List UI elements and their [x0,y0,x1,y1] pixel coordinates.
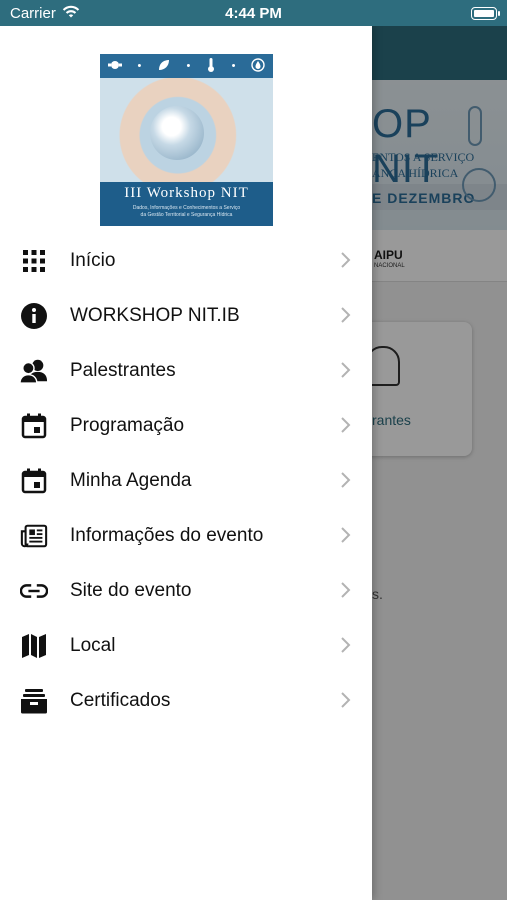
clock: 4:44 PM [225,5,282,22]
calendar-icon [20,467,48,495]
menu-item-site[interactable]: Site do evento [0,563,372,618]
satellite-icon [107,58,122,75]
menu-item-informacoes[interactable]: Informações do evento [0,508,372,563]
logo-subtitle-line-2: da Gestão Territorial e Segurança Hídric… [140,212,233,218]
chevron-right-icon [336,306,354,324]
chevron-right-icon [336,636,354,654]
menu-item-label: Certificados [70,690,171,711]
chevron-right-icon [336,471,354,489]
menu-item-inicio[interactable]: Início [0,233,372,288]
glass-globe [150,106,204,160]
menu-item-certificados[interactable]: Certificados [0,673,372,728]
chevron-right-icon [336,251,354,269]
menu-item-label: Site do evento [70,580,192,601]
chevron-right-icon [336,416,354,434]
event-logo: • • • III Workshop NIT Dados, Informaçõe… [100,54,273,226]
menu-item-label: Programação [70,415,185,436]
water-drop-icon [251,57,265,75]
chevron-right-icon [336,526,354,544]
newspaper-icon [20,522,48,550]
logo-subtitle: Dados, Informações e Conhecimentos a Ser… [100,205,273,219]
link-icon [20,577,48,605]
menu-item-label: Informações do evento [70,525,264,546]
logo-title: III Workshop NIT [124,185,249,201]
navigation-drawer: • • • III Workshop NIT Dados, Informaçõe… [0,26,372,900]
leaf-icon [157,58,171,75]
map-icon [20,632,48,660]
chevron-right-icon [336,581,354,599]
dot-icon: • [137,60,142,72]
menu-item-label: Palestrantes [70,360,176,381]
menu-item-label: Local [70,635,116,656]
menu-item-minha-agenda[interactable]: Minha Agenda [0,453,372,508]
menu-item-programacao[interactable]: Programação [0,398,372,453]
menu-item-workshop[interactable]: WORKSHOP NIT.IB [0,288,372,343]
drawer-menu: Início WORKSHOP NIT.IB Palestrantes Prog… [0,233,372,728]
logo-subtitle-line-1: Dados, Informações e Conhecimentos a Ser… [132,205,241,211]
dot-icon: • [231,60,236,72]
menu-item-label: Minha Agenda [70,470,192,491]
info-icon [20,302,48,330]
chevron-right-icon [336,361,354,379]
people-icon [20,357,48,385]
menu-item-label: Início [70,250,116,271]
battery-icon [471,7,500,20]
menu-item-label: WORKSHOP NIT.IB [70,305,240,326]
menu-item-palestrantes[interactable]: Palestrantes [0,343,372,398]
archive-icon [20,687,48,715]
dot-icon: • [186,60,191,72]
chevron-right-icon [336,691,354,709]
status-bar: Carrier 4:44 PM [0,0,507,26]
calendar-icon [20,412,48,440]
menu-item-local[interactable]: Local [0,618,372,673]
grid-icon [20,247,48,275]
logo-icon-strip: • • • [100,54,273,78]
thermometer-icon [206,57,216,75]
logo-titlebar: III Workshop NIT Dados, Informações e Co… [100,182,273,226]
